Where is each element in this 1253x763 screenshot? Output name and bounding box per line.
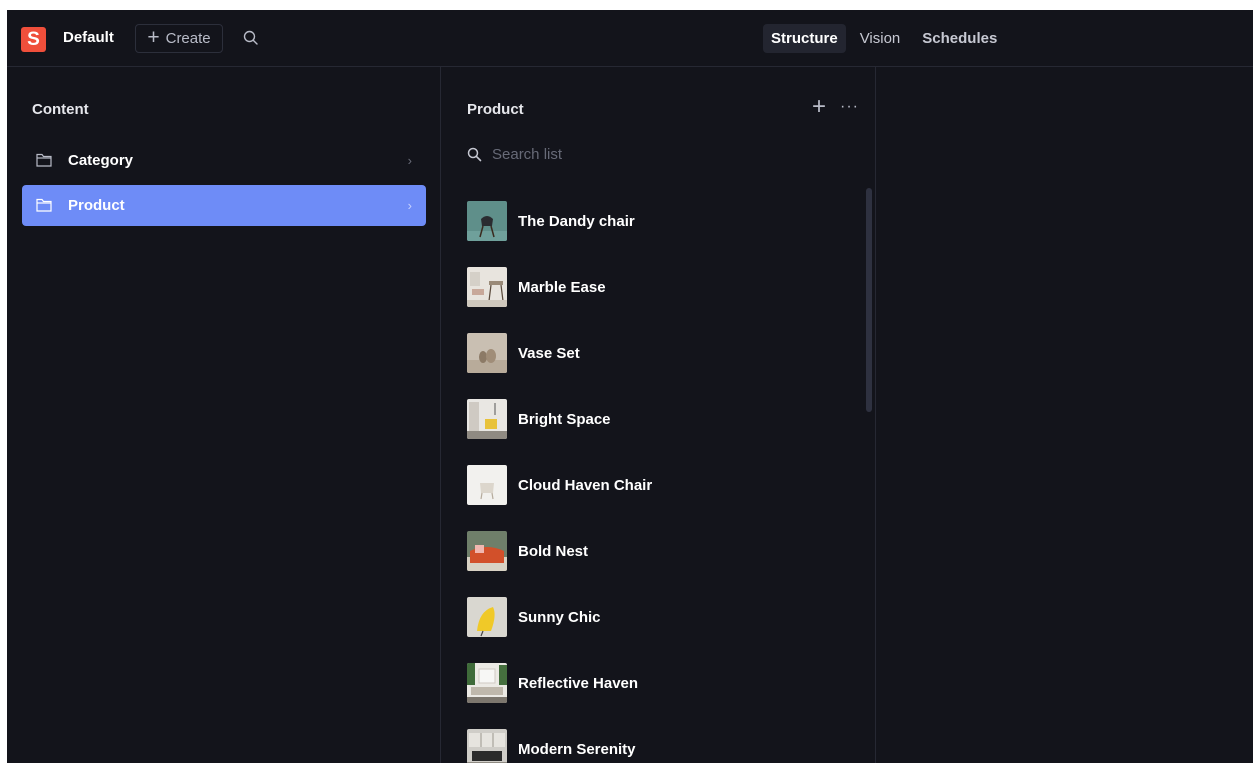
list-item-title: The Dandy chair [518, 212, 635, 230]
studio-logo[interactable]: S [21, 27, 46, 52]
add-document-icon[interactable]: + [812, 95, 826, 119]
product-list: The Dandy chair Marble Ease Vase Set Bri… [467, 188, 857, 763]
create-button-label: Create [165, 30, 211, 47]
list-item-title: Bold Nest [518, 542, 589, 560]
list-item-title: Modern Serenity [518, 740, 636, 758]
document-pane [877, 67, 1253, 763]
list-item[interactable]: Modern Serenity [467, 716, 857, 763]
list-item-title: Marble Ease [518, 278, 606, 296]
plus-icon: + [147, 26, 160, 49]
product-thumbnail [467, 597, 507, 637]
list-item[interactable]: Bright Space [467, 386, 857, 452]
search-list-input[interactable]: Search list [467, 143, 562, 165]
chevron-right-icon: › [407, 198, 412, 213]
tab-schedules[interactable]: Schedules [914, 24, 1005, 53]
more-options-icon[interactable]: ··· [840, 99, 859, 115]
list-item[interactable]: Cloud Haven Chair [467, 452, 857, 518]
search-icon [467, 147, 482, 161]
search-icon[interactable] [241, 28, 261, 48]
product-thumbnail [467, 201, 507, 241]
product-pane-title: Product [467, 101, 524, 118]
list-item-title: Bright Space [518, 410, 611, 428]
list-item-title: Cloud Haven Chair [518, 476, 653, 494]
product-thumbnail [467, 663, 507, 703]
list-item[interactable]: Vase Set [467, 320, 857, 386]
nav-item-label: Category [68, 152, 134, 169]
list-item[interactable]: Bold Nest [467, 518, 857, 584]
product-thumbnail [467, 399, 507, 439]
nav-item-label: Product [68, 197, 125, 214]
tab-vision[interactable]: Vision [852, 24, 909, 53]
top-navbar: S Default + Create Structure Vision Sche… [7, 10, 1253, 67]
product-thumbnail [467, 465, 507, 505]
nav-item-category[interactable]: Category › [22, 140, 426, 181]
list-item-title: Reflective Haven [518, 674, 639, 692]
product-thumbnail [467, 729, 507, 763]
list-item[interactable]: Marble Ease [467, 254, 857, 320]
chevron-right-icon: › [407, 153, 412, 168]
tool-tabs: Structure Vision Schedules [763, 24, 1005, 53]
list-item-title: Sunny Chic [518, 608, 601, 626]
search-placeholder: Search list [492, 145, 563, 163]
folder-icon [36, 153, 52, 167]
list-item-title: Vase Set [518, 344, 580, 362]
product-pane: Product + ··· Search list The Dandy chai… [442, 67, 876, 763]
folder-icon [36, 198, 52, 212]
content-pane: Content Category › Product › [7, 67, 441, 763]
product-thumbnail [467, 333, 507, 373]
tab-structure[interactable]: Structure [763, 24, 846, 53]
pane-actions: + ··· [812, 95, 859, 119]
content-pane-title: Content [32, 101, 89, 118]
workspace-name[interactable]: Default [63, 29, 114, 46]
product-thumbnail [467, 531, 507, 571]
list-item[interactable]: Reflective Haven [467, 650, 857, 716]
list-item[interactable]: The Dandy chair [467, 188, 857, 254]
product-thumbnail [467, 267, 507, 307]
nav-item-product[interactable]: Product › [22, 185, 426, 226]
studio-app: S Default + Create Structure Vision Sche… [7, 10, 1253, 763]
list-scrollbar[interactable] [866, 188, 872, 412]
create-button[interactable]: + Create [135, 24, 223, 53]
list-item[interactable]: Sunny Chic [467, 584, 857, 650]
